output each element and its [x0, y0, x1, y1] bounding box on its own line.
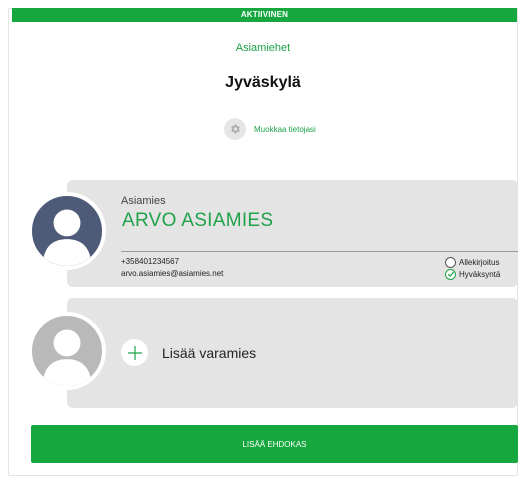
approval-label: Hyväksyntä: [459, 269, 501, 279]
substitute-avatar: [28, 312, 106, 390]
signature-label: Allekirjoitus: [459, 257, 500, 267]
agent-divider: [121, 251, 518, 252]
agent-role-label: Asiamies: [121, 195, 166, 207]
agent-email: arvo.asiamies@asiamies.net: [121, 269, 224, 278]
page-title: Jyväskylä: [225, 74, 301, 91]
agent-avatar: [28, 192, 106, 270]
plus-icon: [121, 339, 148, 366]
agent-name: ARVO ASIAMIES: [122, 210, 274, 231]
person-icon: [42, 329, 92, 386]
signature-status[interactable]: Allekirjoitus: [445, 256, 499, 268]
edit-profile-link[interactable]: Muokkaa tietojasi: [224, 117, 316, 141]
add-substitute-label: Lisää varamies: [162, 344, 257, 361]
approval-status[interactable]: Hyväksyntä: [445, 268, 500, 280]
signature-radio[interactable]: [445, 256, 456, 268]
gear-icon: [224, 118, 246, 140]
status-bar: AKTIIVINEN: [12, 8, 517, 22]
agent-phone: +358401234567: [121, 257, 180, 266]
role-label: Asiamiehet: [235, 42, 291, 54]
person-icon: [42, 209, 92, 266]
check-icon[interactable]: [445, 268, 456, 280]
add-candidate-button[interactable]: LISÄÄ EHDOKAS: [31, 425, 518, 463]
edit-profile-label: Muokkaa tietojasi: [254, 124, 316, 134]
add-substitute-button[interactable]: Lisää varamies: [121, 339, 256, 366]
